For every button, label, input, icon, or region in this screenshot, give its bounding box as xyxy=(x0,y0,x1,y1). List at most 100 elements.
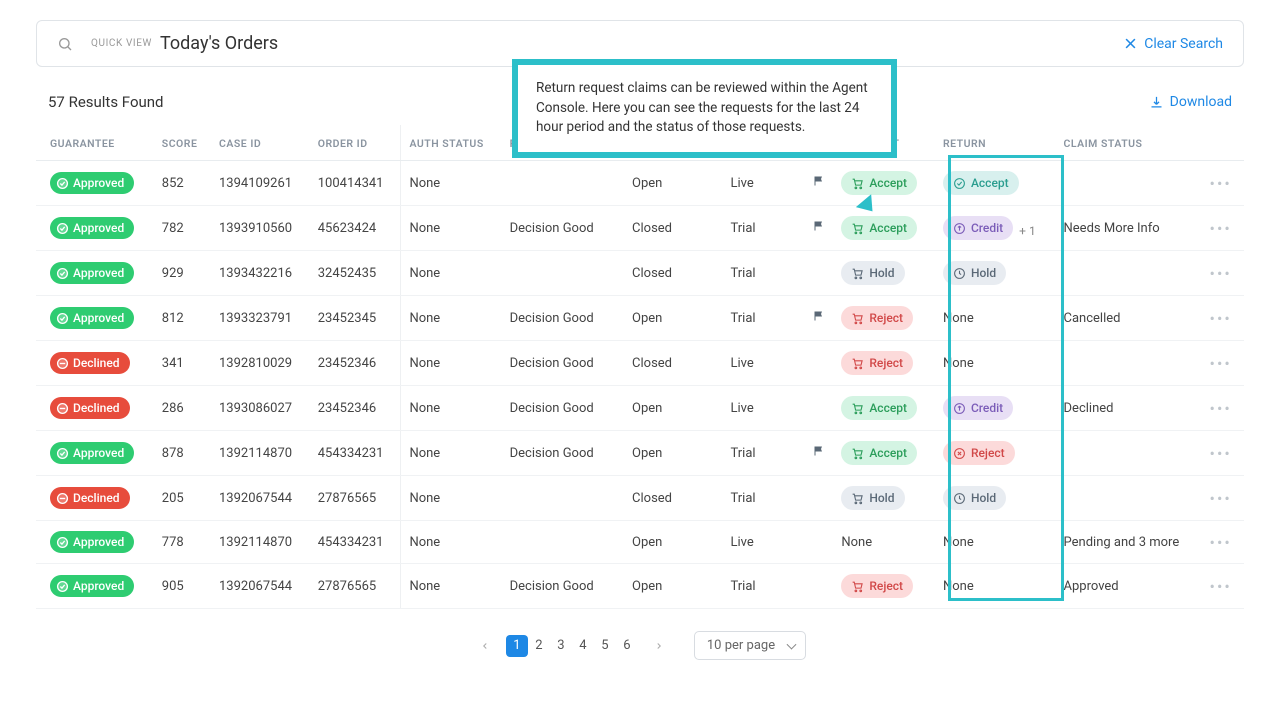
page-2[interactable]: 2 xyxy=(528,635,550,657)
auth-status-cell: None xyxy=(401,521,502,564)
none-text: None xyxy=(841,535,872,550)
case-status-cell: Open xyxy=(624,431,722,476)
more-actions-button[interactable]: ••• xyxy=(1210,399,1232,418)
table-row[interactable]: Approved812139332379123452345NoneDecisio… xyxy=(36,296,1244,341)
credit-pill[interactable]: Credit xyxy=(943,396,1013,420)
review-decision-cell: Decision Good xyxy=(502,564,624,609)
page-5[interactable]: 5 xyxy=(594,635,616,657)
guarantee-badge: Approved xyxy=(50,575,134,597)
review-decision-cell: Decision Good xyxy=(502,296,624,341)
order-id-cell: 23452346 xyxy=(310,341,401,386)
case-type-cell: Trial xyxy=(723,564,806,609)
page-4[interactable]: 4 xyxy=(572,635,594,657)
more-actions-button[interactable]: ••• xyxy=(1210,577,1232,596)
col-score[interactable]: SCORE xyxy=(154,125,211,161)
claim-status-cell: Cancelled xyxy=(1056,296,1202,341)
quick-view-label: QUICK VIEW xyxy=(91,38,152,49)
more-actions-button[interactable]: ••• xyxy=(1210,533,1232,552)
review-decision-cell xyxy=(502,521,624,564)
checkout-cell: None xyxy=(833,521,935,564)
more-actions-button[interactable]: ••• xyxy=(1210,354,1232,373)
accept-pill[interactable]: Accept xyxy=(841,171,917,195)
review-decision-cell: Decision Good xyxy=(502,431,624,476)
case-id-cell: 1392114870 xyxy=(211,521,310,564)
claim-status-cell xyxy=(1056,251,1202,296)
credit-pill[interactable]: Credit xyxy=(943,216,1013,240)
return-reject-pill[interactable]: Reject xyxy=(943,441,1015,465)
col-guarantee[interactable]: GUARANTEE xyxy=(36,125,154,161)
clear-search-button[interactable]: Clear Search xyxy=(1123,36,1223,52)
col-case-id[interactable]: CASE ID xyxy=(211,125,310,161)
page-next[interactable] xyxy=(648,635,670,657)
return-accept-pill[interactable]: Accept xyxy=(943,171,1019,195)
table-row[interactable]: Approved905139206754427876565NoneDecisio… xyxy=(36,564,1244,609)
none-text: None xyxy=(943,535,974,550)
chevron-left-icon xyxy=(480,641,490,651)
score-cell: 341 xyxy=(154,341,211,386)
col-return[interactable]: RETURN xyxy=(935,125,1056,161)
per-page-select[interactable]: 10 per page xyxy=(694,631,806,660)
more-actions-button[interactable]: ••• xyxy=(1210,174,1232,193)
case-type-cell: Live xyxy=(723,341,806,386)
hold-pill[interactable]: Hold xyxy=(841,486,904,510)
table-row[interactable]: Approved782139391056045623424NoneDecisio… xyxy=(36,206,1244,251)
more-actions-button[interactable]: ••• xyxy=(1210,489,1232,508)
reject-pill[interactable]: Reject xyxy=(841,351,913,375)
reject-pill[interactable]: Reject xyxy=(841,574,913,598)
more-actions-button[interactable]: ••• xyxy=(1210,219,1232,238)
more-actions-button[interactable]: ••• xyxy=(1210,309,1232,328)
close-icon xyxy=(1123,36,1138,51)
page-1[interactable]: 1 xyxy=(506,635,528,657)
table-row[interactable]: Approved929139343221632452435NoneClosedT… xyxy=(36,251,1244,296)
guarantee-badge: Declined xyxy=(50,352,130,374)
download-icon xyxy=(1149,95,1164,110)
table-row[interactable]: Declined205139206754427876565NoneClosedT… xyxy=(36,476,1244,521)
case-type-cell: Trial xyxy=(723,296,806,341)
claim-status-cell: Declined xyxy=(1056,386,1202,431)
table-row[interactable]: Approved7781392114870454334231NoneOpenLi… xyxy=(36,521,1244,564)
case-id-cell: 1392067544 xyxy=(211,476,310,521)
guarantee-badge: Approved xyxy=(50,262,134,284)
order-id-cell: 27876565 xyxy=(310,564,401,609)
table-row[interactable]: Declined341139281002923452346NoneDecisio… xyxy=(36,341,1244,386)
table-row[interactable]: Declined286139308602723452346NoneDecisio… xyxy=(36,386,1244,431)
page-prev[interactable] xyxy=(474,635,496,657)
col-auth-status[interactable]: AUTH STATUS xyxy=(401,125,502,161)
more-actions-button[interactable]: ••• xyxy=(1210,444,1232,463)
case-status-cell: Open xyxy=(624,296,722,341)
page-6[interactable]: 6 xyxy=(616,635,638,657)
col-order-id[interactable]: ORDER ID xyxy=(310,125,401,161)
case-type-cell: Trial xyxy=(723,431,806,476)
extra-count: + 1 xyxy=(1019,224,1036,238)
none-text: None xyxy=(943,311,974,326)
checkout-cell: Accept xyxy=(833,386,935,431)
review-decision-cell xyxy=(502,476,624,521)
download-button[interactable]: Download xyxy=(1149,94,1232,110)
more-actions-button[interactable]: ••• xyxy=(1210,264,1232,283)
auth-status-cell: None xyxy=(401,251,502,296)
accept-pill[interactable]: Accept xyxy=(841,396,917,420)
case-status-cell: Open xyxy=(624,161,722,206)
reject-pill[interactable]: Reject xyxy=(841,306,913,330)
score-cell: 286 xyxy=(154,386,211,431)
guarantee-badge: Approved xyxy=(50,172,134,194)
hold-pill[interactable]: Hold xyxy=(841,261,904,285)
auth-status-cell: None xyxy=(401,341,502,386)
page-3[interactable]: 3 xyxy=(550,635,572,657)
chevron-right-icon xyxy=(654,641,664,651)
col-claim-status[interactable]: CLAIM STATUS xyxy=(1056,125,1202,161)
accept-pill[interactable]: Accept xyxy=(841,441,917,465)
return-cell: None xyxy=(935,296,1056,341)
accept-pill[interactable]: Accept xyxy=(841,216,917,240)
hold-pill[interactable]: Hold xyxy=(943,261,1006,285)
return-cell: None xyxy=(935,521,1056,564)
table-row[interactable]: Approved8521394109261100414341NoneOpenLi… xyxy=(36,161,1244,206)
review-decision-cell xyxy=(502,161,624,206)
review-decision-cell xyxy=(502,251,624,296)
table-row[interactable]: Approved8781392114870454334231NoneDecisi… xyxy=(36,431,1244,476)
score-cell: 905 xyxy=(154,564,211,609)
case-id-cell: 1392067544 xyxy=(211,564,310,609)
return-cell: Hold xyxy=(935,251,1056,296)
hold-pill[interactable]: Hold xyxy=(943,486,1006,510)
flag-icon xyxy=(813,220,825,232)
